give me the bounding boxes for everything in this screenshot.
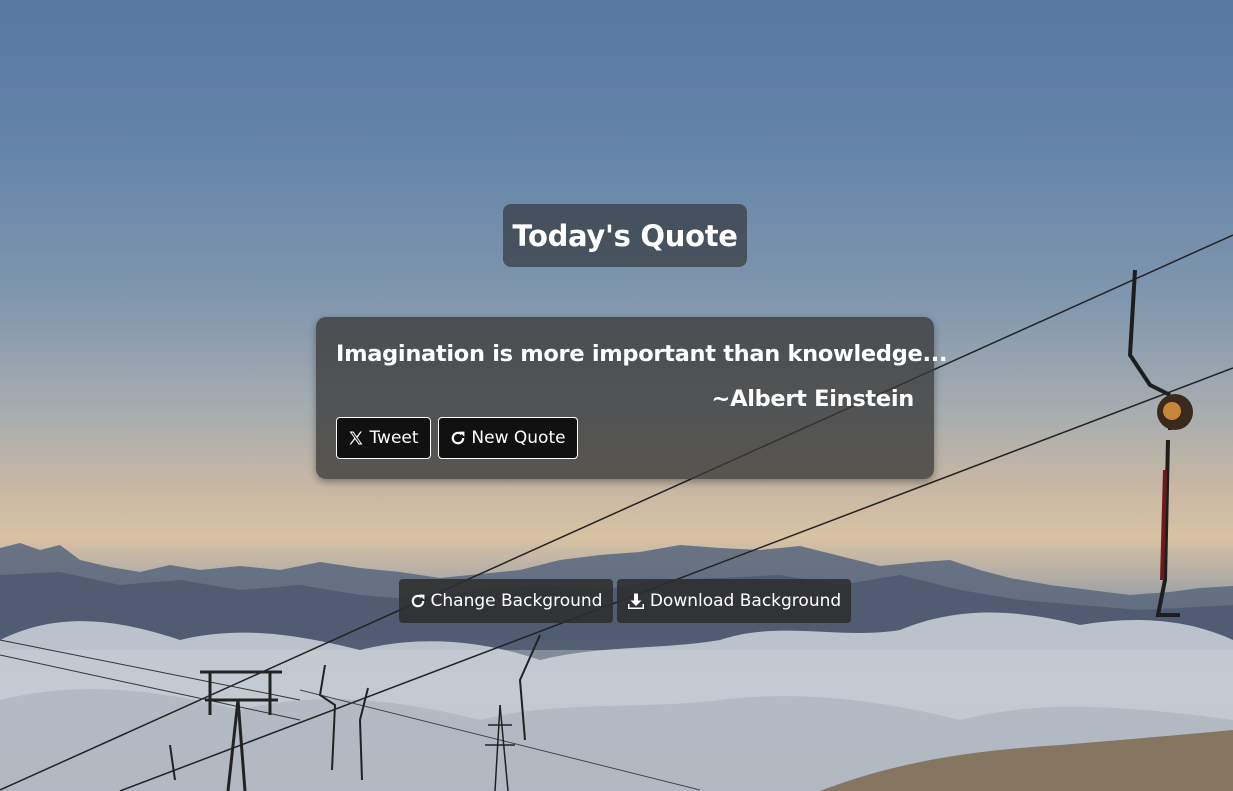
download-icon [627,593,645,610]
page: Today's Quote Imagination is more import… [0,0,1233,791]
download-background-button[interactable]: Download Background [617,579,851,623]
refresh-icon [450,430,466,446]
change-background-label: Change Background [430,591,603,611]
quote-card: Imagination is more important than knowl… [316,317,948,479]
tweet-button[interactable]: Tweet [336,417,431,459]
change-background-button[interactable]: Change Background [399,579,613,623]
page-title: Today's Quote [512,218,738,253]
refresh-icon [410,593,426,609]
quote-author: ~Albert Einstein [711,386,915,412]
title-box: Today's Quote [503,204,747,267]
tweet-button-label: Tweet [369,428,419,448]
download-background-label: Download Background [649,591,842,611]
x-logo-icon [348,430,364,446]
quote-text: Imagination is more important than knowl… [336,341,948,367]
new-quote-button[interactable]: New Quote [438,417,578,459]
new-quote-button-label: New Quote [471,428,566,448]
